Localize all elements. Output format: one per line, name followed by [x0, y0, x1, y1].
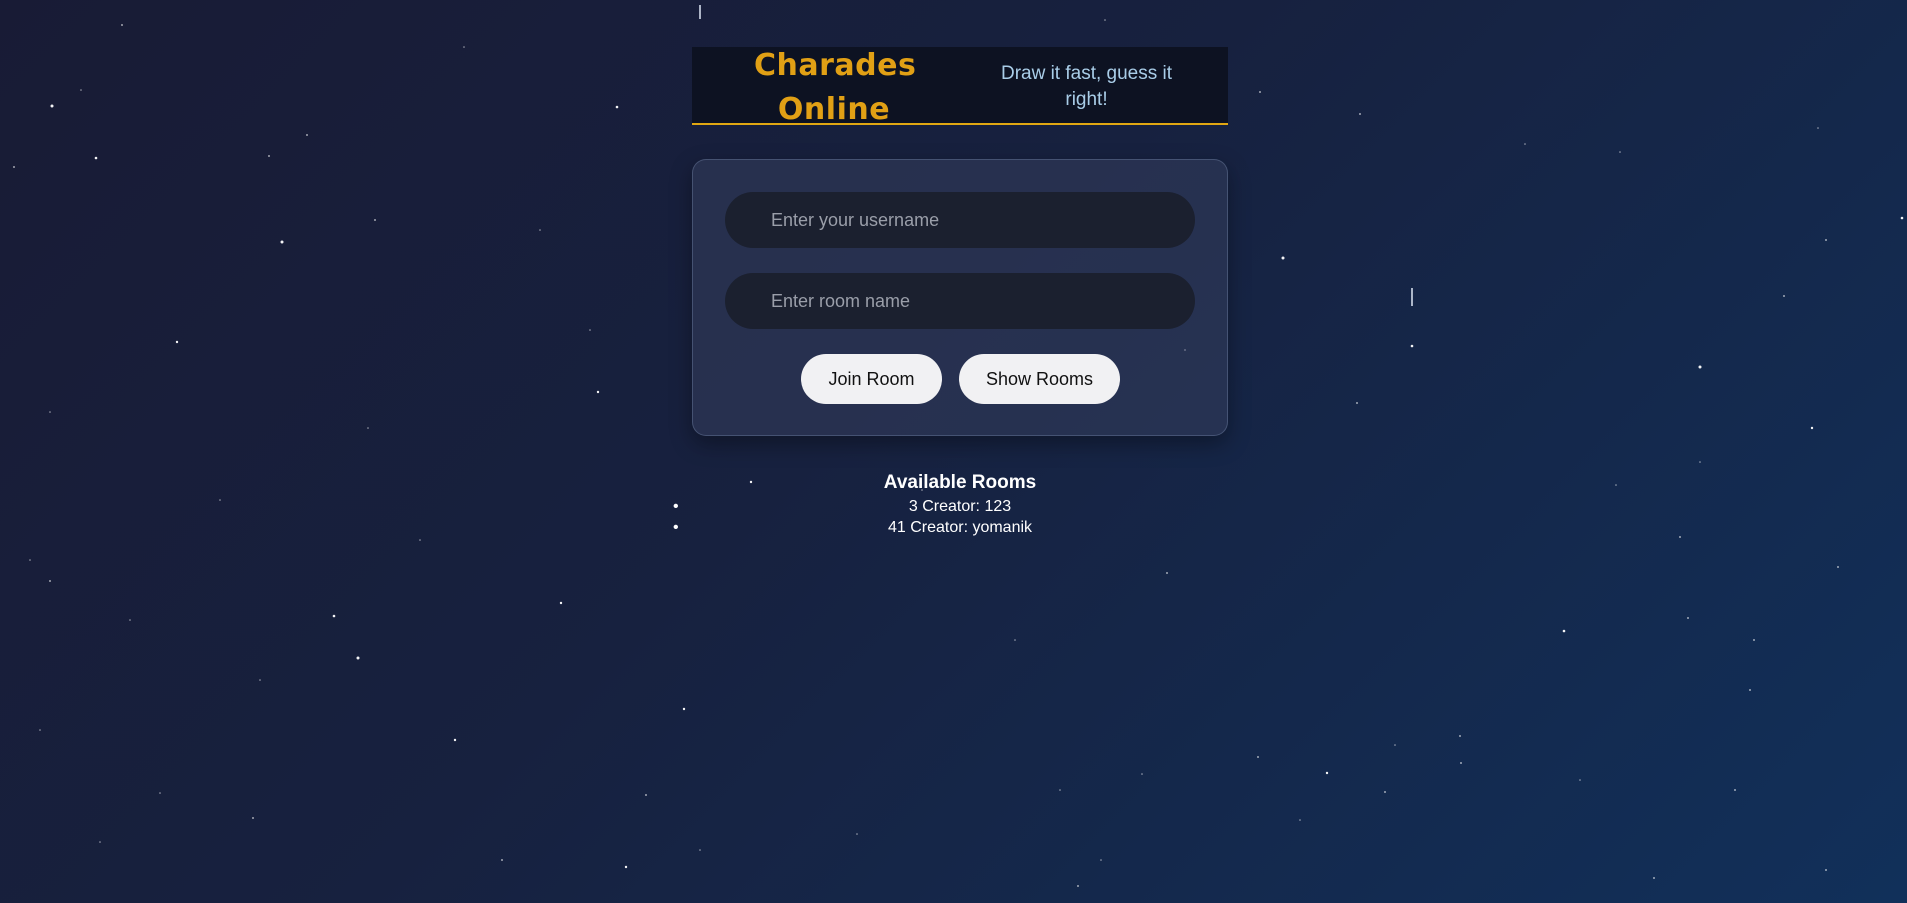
show-rooms-button[interactable]: Show Rooms	[959, 354, 1120, 404]
star-icon	[94, 156, 98, 160]
star-icon	[50, 104, 54, 108]
star-icon	[1653, 877, 1655, 879]
star-icon	[1753, 639, 1755, 641]
star-icon	[624, 865, 628, 869]
star-icon	[1410, 344, 1414, 348]
star-icon	[13, 166, 15, 168]
join-room-button[interactable]: Join Room	[801, 354, 942, 404]
star-icon	[1100, 859, 1102, 861]
starfield-background	[13, 5, 1904, 887]
star-icon	[419, 539, 421, 541]
star-icon	[1524, 143, 1526, 145]
star-icon	[159, 792, 161, 794]
star-icon	[1900, 216, 1904, 220]
star-icon	[559, 601, 563, 605]
star-icon	[1359, 113, 1361, 115]
star-icon	[699, 849, 701, 851]
star-icon	[1783, 295, 1785, 297]
star-icon	[99, 841, 101, 843]
star-icon	[219, 499, 221, 501]
star-icon	[1077, 885, 1079, 887]
star-icon	[1837, 566, 1839, 568]
available-rooms-title: Available Rooms	[883, 472, 1037, 493]
star-icon	[1749, 689, 1751, 691]
star-icon	[1825, 239, 1827, 241]
star-icon	[1104, 19, 1106, 21]
app-tagline: Draw it fast, guess it right!	[1000, 63, 1173, 110]
star-icon	[1810, 426, 1814, 430]
star-icon	[1460, 762, 1462, 764]
app-title: Charades Online	[754, 48, 917, 127]
star-icon	[1059, 789, 1061, 791]
star-icon	[1299, 819, 1301, 821]
star-icon	[80, 89, 82, 91]
star-icon	[374, 219, 376, 221]
star-icon	[1459, 735, 1461, 737]
star-icon	[332, 614, 336, 618]
star-icon	[367, 427, 369, 429]
star-icon	[1825, 869, 1827, 871]
star-icon	[682, 707, 686, 711]
star-icon	[121, 24, 123, 26]
star-icon	[1281, 256, 1285, 260]
star-icon	[1384, 791, 1386, 793]
star-icon	[49, 411, 51, 413]
star-icon	[49, 580, 51, 582]
star-icon	[589, 329, 591, 331]
star-icon	[1579, 779, 1581, 781]
star-icon	[356, 656, 360, 660]
star-icon	[1687, 617, 1689, 619]
star-icon	[615, 105, 619, 109]
room-list-item[interactable]: • 41 Creator: yomanik	[660, 517, 1260, 538]
star-icon	[1562, 629, 1566, 633]
star-icon	[306, 134, 308, 136]
star-icon	[539, 229, 541, 231]
star-icon	[1817, 127, 1819, 129]
username-input[interactable]	[725, 192, 1195, 248]
room-name-input[interactable]	[725, 273, 1195, 329]
star-icon	[268, 155, 270, 157]
star-icon	[1259, 91, 1261, 93]
app-header: Charades Online Draw it fast, guess it r…	[692, 47, 1228, 127]
star-icon	[463, 46, 465, 48]
star-icon	[1734, 789, 1736, 791]
star-icon	[856, 833, 858, 835]
star-icon	[1615, 484, 1617, 486]
star-icon	[1699, 461, 1701, 463]
star-icon	[39, 729, 41, 731]
star-icon	[1698, 365, 1702, 369]
star-icon	[1014, 639, 1016, 641]
star-icon	[645, 794, 647, 796]
star-icon	[1325, 771, 1329, 775]
star-icon	[29, 559, 31, 561]
available-rooms-section: Available Rooms • 3 Creator: 123 • 41 Cr…	[660, 470, 1260, 538]
star-icon	[175, 340, 179, 344]
room-list-item[interactable]: • 3 Creator: 123	[660, 496, 1260, 517]
star-icon	[259, 679, 261, 681]
star-icon	[501, 859, 503, 861]
bullet-icon: •	[673, 519, 679, 536]
star-icon	[596, 390, 600, 394]
join-form-card: Join Room Show Rooms	[692, 159, 1228, 436]
bullet-icon: •	[673, 498, 679, 515]
star-icon	[1141, 773, 1143, 775]
star-icon	[1679, 536, 1681, 538]
star-icon	[1619, 151, 1621, 153]
star-icon	[252, 817, 254, 819]
star-icon	[453, 738, 457, 742]
room-label: 41 Creator: yomanik	[887, 519, 1033, 536]
star-icon	[129, 619, 131, 621]
star-icon	[1394, 744, 1396, 746]
star-icon	[1257, 756, 1259, 758]
rooms-list: • 3 Creator: 123 • 41 Creator: yomanik	[660, 496, 1260, 538]
star-icon	[280, 240, 284, 244]
room-label: 3 Creator: 123	[908, 498, 1012, 515]
star-icon	[1356, 402, 1358, 404]
star-icon	[1166, 572, 1168, 574]
